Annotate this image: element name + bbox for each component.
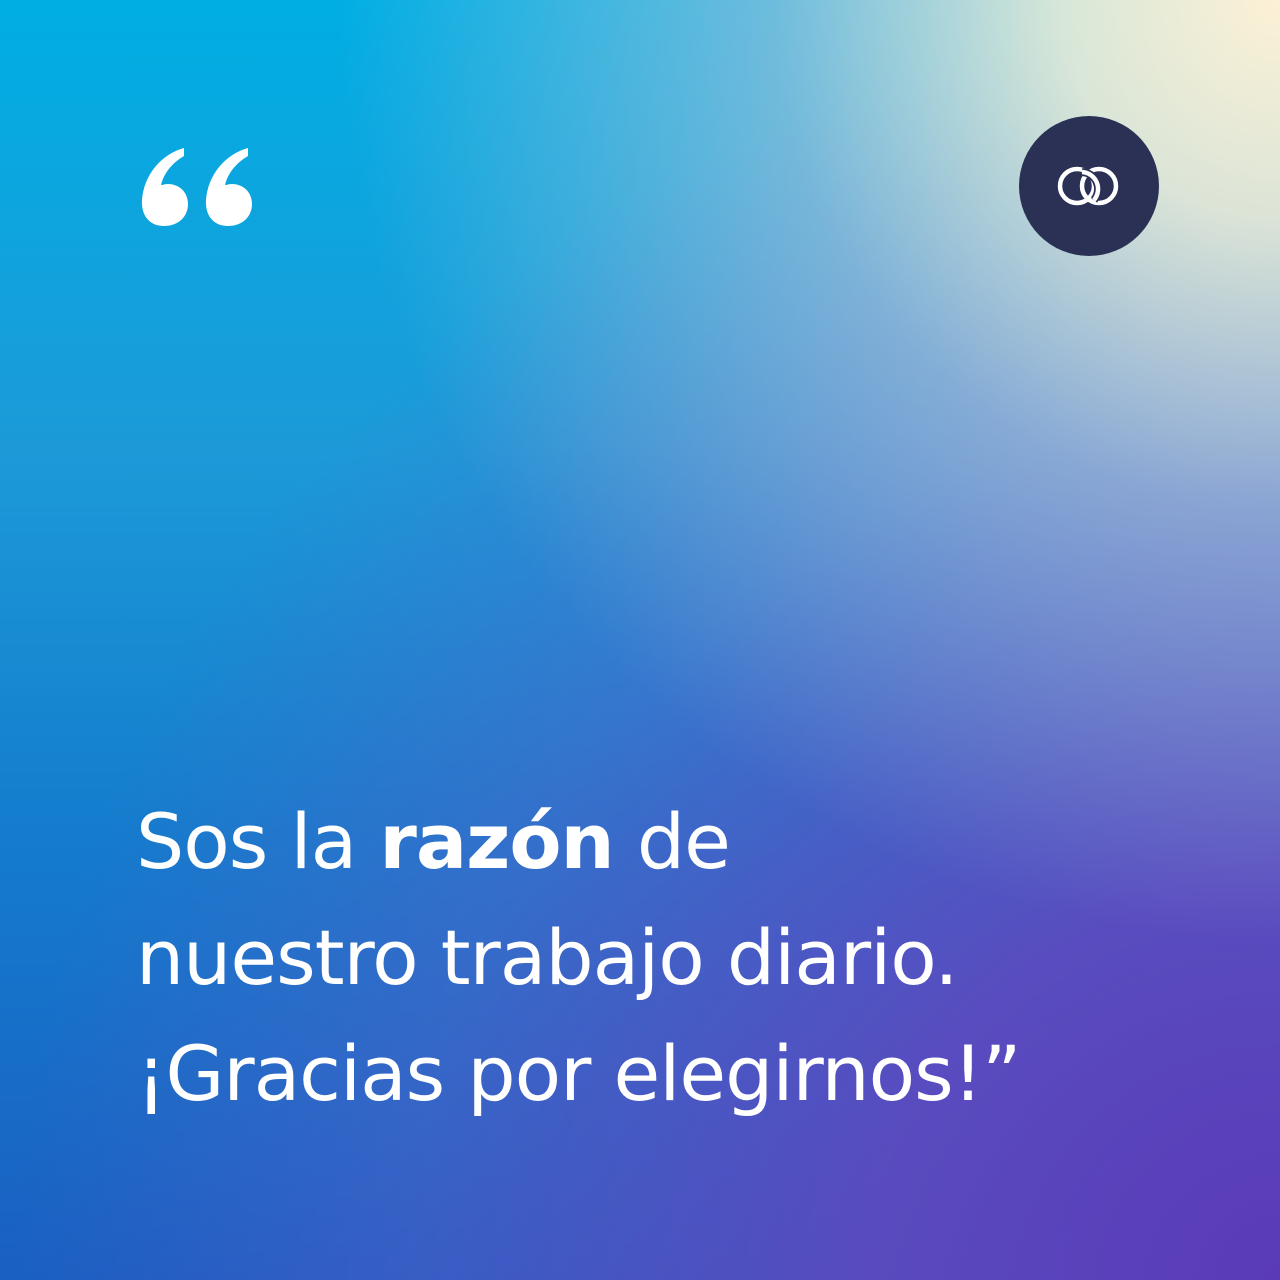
message-emphasis: razón <box>379 797 614 886</box>
quote-message: Sos la razón de nuestro trabajo diario. … <box>136 784 1236 1132</box>
message-line-3: ¡Gracias por elegirnos!” <box>136 1029 1022 1118</box>
message-line-1: Sos la razón de <box>136 784 1236 900</box>
brand-logo <box>1019 116 1159 256</box>
quote-card: Sos la razón de nuestro trabajo diario. … <box>0 0 1280 1280</box>
message-line-1-end: de <box>613 797 731 886</box>
opening-quote-icon <box>138 140 256 228</box>
interlocking-rings-icon <box>1057 166 1119 206</box>
message-line-2: nuestro trabajo diario. <box>136 913 959 1002</box>
message-line-1-start: Sos la <box>136 797 380 886</box>
